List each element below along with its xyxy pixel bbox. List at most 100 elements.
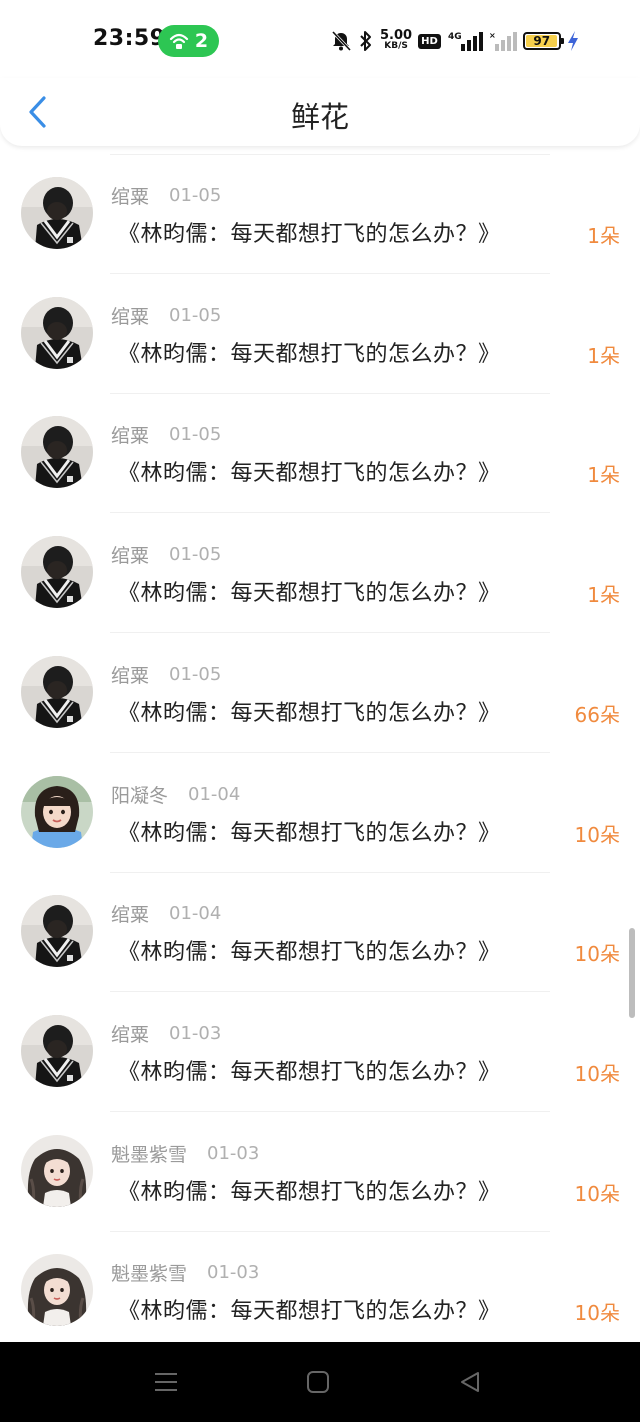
username[interactable]: 绾粟 [111, 541, 149, 568]
list-item[interactable]: 魁墨紫雪 01-03 《林昀儒：每天都想打飞的怎么办？》 10朵 [0, 1231, 640, 1352]
date: 01-05 [169, 304, 222, 326]
svg-text:×: × [489, 31, 496, 40]
flower-count: 10朵 [574, 942, 620, 967]
article-title[interactable]: 《林昀儒：每天都想打飞的怎么办？》 [118, 575, 501, 607]
username[interactable]: 绾粟 [111, 302, 149, 329]
article-title[interactable]: 《林昀儒：每天都想打飞的怎么办？》 [118, 1174, 501, 1206]
list-item[interactable]: 绾粟 01-05 《林昀儒：每天都想打飞的怎么办？》 1朵 [0, 513, 640, 634]
article-title[interactable]: 《林昀儒：每天都想打飞的怎么办？》 [118, 934, 501, 966]
list-item[interactable]: 魁墨紫雪 01-03 《林昀儒：每天都想打飞的怎么办？》 10朵 [0, 1112, 640, 1232]
list-item[interactable]: 绾粟 01-05 《林昀儒：每天都想打飞的怎么办？》 66朵 [0, 633, 640, 753]
flower-count: 10朵 [574, 1181, 620, 1206]
system-nav-bar [0, 1342, 640, 1422]
avatar[interactable] [21, 536, 93, 609]
username[interactable]: 魁墨紫雪 [111, 1140, 187, 1167]
item-meta: 绾粟 01-05 [111, 541, 221, 568]
article-title[interactable]: 《林昀儒：每天都想打飞的怎么办？》 [118, 336, 501, 368]
username[interactable]: 阳凝冬 [111, 781, 168, 808]
article-title[interactable]: 《林昀儒：每天都想打飞的怎么办？》 [118, 455, 501, 487]
back-triangle-icon [461, 1372, 479, 1392]
article-title[interactable]: 《林昀儒：每天都想打飞的怎么办？》 [118, 1293, 501, 1325]
list-item[interactable]: 绾粟 01-05 《林昀儒：每天都想打飞的怎么办？》 1朵 [0, 393, 640, 514]
signal-2-icon: × [489, 31, 517, 51]
list-item[interactable]: 绾粟 01-05 《林昀儒：每天都想打飞的怎么办？》 1朵 [0, 154, 640, 274]
avatar[interactable] [21, 1254, 93, 1327]
app-header: 鲜花 [0, 78, 640, 146]
date: 01-05 [169, 185, 222, 206]
avatar-image [21, 1014, 93, 1087]
hd-icon: HD [418, 33, 441, 49]
avatar-image [21, 775, 93, 848]
article-title[interactable]: 《林昀儒：每天都想打飞的怎么办？》 [118, 216, 501, 248]
hotspot-icon [169, 33, 188, 49]
avatar[interactable] [21, 416, 93, 489]
item-meta: 绾粟 01-05 [111, 182, 221, 209]
avatar[interactable] [21, 1134, 93, 1207]
list-item[interactable]: 绾粟 01-04 《林昀儒：每天都想打飞的怎么办？》 10朵 [0, 872, 640, 993]
avatar-image [21, 895, 93, 968]
avatar[interactable] [21, 177, 93, 249]
avatar[interactable] [21, 655, 93, 728]
home-square-icon [307, 1371, 329, 1393]
net-speed: 5.00 KB/S [380, 28, 413, 51]
hotspot-badge[interactable]: 2 [158, 25, 219, 57]
scrollbar[interactable] [629, 928, 635, 1018]
item-meta: 魁墨紫雪 01-03 [111, 1140, 259, 1167]
item-meta: 绾粟 01-05 [111, 302, 221, 329]
mute-bell-icon [331, 30, 352, 52]
recent-apps-button[interactable] [146, 1364, 186, 1400]
username[interactable]: 绾粟 [111, 182, 149, 209]
flower-count: 1朵 [587, 224, 620, 248]
flower-count: 1朵 [587, 583, 620, 608]
list-item[interactable]: 绾粟 01-03 《林昀儒：每天都想打飞的怎么办？》 10朵 [0, 992, 640, 1112]
avatar-image [21, 416, 93, 489]
status-bar: 23:59 2 5.00 KB/S HD 4G × 97 [0, 0, 640, 80]
avatar[interactable] [21, 296, 93, 369]
username[interactable]: 绾粟 [111, 900, 149, 927]
item-meta: 绾粟 01-05 [111, 661, 221, 688]
date: 01-03 [207, 1262, 260, 1284]
avatar[interactable] [21, 1014, 93, 1087]
charging-icon [567, 31, 578, 51]
avatar-image [21, 177, 93, 249]
flower-count: 1朵 [587, 343, 620, 368]
avatar-image [21, 655, 93, 728]
battery-icon: 97 [522, 32, 564, 50]
avatar-image [21, 536, 93, 609]
status-icons: 5.00 KB/S HD 4G × 97 [330, 28, 579, 54]
article-title[interactable]: 《林昀儒：每天都想打飞的怎么办？》 [118, 695, 501, 727]
avatar-image [21, 1134, 93, 1207]
date: 01-03 [169, 1022, 222, 1044]
nav-back-button[interactable] [450, 1364, 490, 1400]
flower-count: 66朵 [574, 702, 620, 727]
username[interactable]: 绾粟 [111, 421, 149, 448]
list-item[interactable]: 绾粟 01-05 《林昀儒：每天都想打飞的怎么办？》 1朵 [0, 274, 640, 394]
hotspot-count: 2 [194, 30, 209, 52]
item-meta: 绾粟 01-03 [111, 1020, 221, 1047]
status-time: 23:59 [93, 26, 166, 51]
flower-count: 10朵 [574, 822, 620, 847]
avatar-image [21, 296, 93, 369]
signal-4g-icon: 4G [448, 32, 483, 51]
item-meta: 魁墨紫雪 01-03 [111, 1259, 259, 1286]
list-item[interactable]: 阳凝冬 01-04 《林昀儒：每天都想打飞的怎么办？》 10朵 [0, 753, 640, 873]
svg-text:4G: 4G [448, 32, 462, 42]
username[interactable]: 魁墨紫雪 [111, 1259, 187, 1286]
date: 01-03 [207, 1142, 260, 1164]
home-button[interactable] [298, 1364, 338, 1400]
flower-count: 10朵 [574, 1301, 620, 1326]
username[interactable]: 绾粟 [111, 1020, 149, 1047]
date: 01-05 [169, 663, 222, 685]
menu-icon [155, 1373, 177, 1391]
username[interactable]: 绾粟 [111, 661, 149, 688]
avatar[interactable] [21, 775, 93, 848]
avatar-image [21, 1254, 93, 1327]
date: 01-04 [169, 903, 222, 925]
item-meta: 绾粟 01-04 [111, 900, 221, 927]
article-title[interactable]: 《林昀儒：每天都想打飞的怎么办？》 [118, 815, 501, 847]
item-meta: 阳凝冬 01-04 [111, 781, 240, 808]
date: 01-05 [169, 544, 222, 566]
item-meta: 绾粟 01-05 [111, 421, 221, 448]
article-title[interactable]: 《林昀儒：每天都想打飞的怎么办？》 [118, 1054, 501, 1086]
avatar[interactable] [21, 895, 93, 968]
